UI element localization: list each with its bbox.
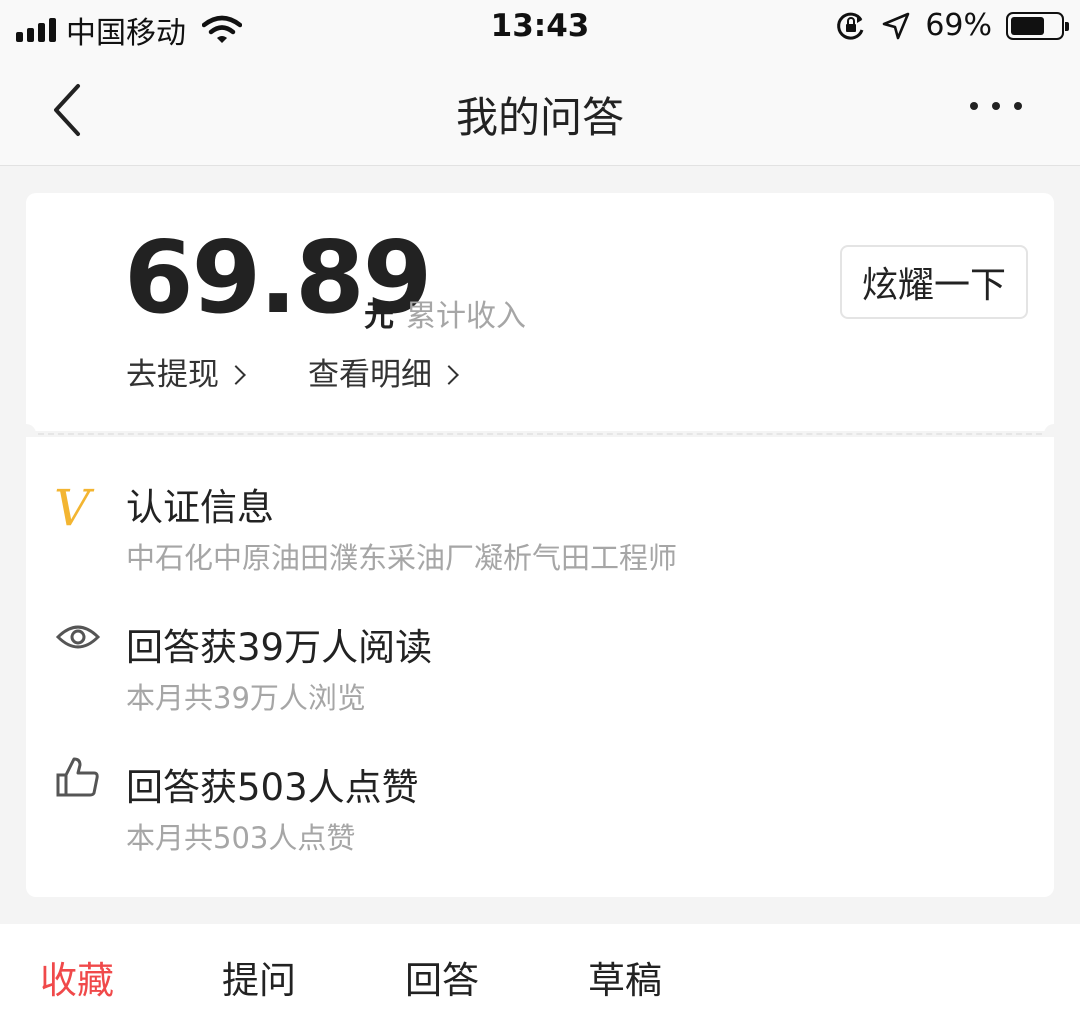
more-dot-icon xyxy=(1014,102,1022,110)
stat-title: 认证信息 xyxy=(126,486,274,529)
tab-favorites[interactable]: 收藏 xyxy=(40,950,114,1004)
earnings-card: 69.89 元 累计收入 去提现 查看明细 炫耀一下 xyxy=(26,193,1054,431)
more-dot-icon xyxy=(970,102,978,110)
chevron-right-icon xyxy=(226,365,246,385)
battery-fill xyxy=(1011,16,1045,35)
stat-subtitle: 中石化中原油田濮东采油厂凝析气田工程师 xyxy=(126,541,678,575)
orientation-lock-icon xyxy=(837,12,864,40)
show-off-button[interactable]: 炫耀一下 xyxy=(840,245,1028,319)
battery-percent: 69% xyxy=(925,8,992,43)
more-dot-icon xyxy=(992,102,1000,110)
view-detail-link[interactable]: 查看明细 xyxy=(308,349,459,394)
eye-icon xyxy=(55,625,101,649)
dashed-divider xyxy=(38,433,1042,435)
tab-bar: 收藏 提问 回答 草稿 xyxy=(0,924,1080,1020)
thumbs-up-icon xyxy=(56,757,99,797)
status-right: 69% xyxy=(835,8,1069,43)
stats-card: V 认证信息 中石化中原油田濮东采油厂凝析气田工程师 回答获39万人阅读 本月共… xyxy=(26,437,1054,897)
tab-drafts[interactable]: 草稿 xyxy=(588,950,662,1004)
chevron-right-icon xyxy=(439,365,459,385)
page-title: 我的问答 xyxy=(455,93,624,142)
location-icon xyxy=(883,12,910,39)
battery-icon xyxy=(1006,11,1069,40)
stat-title: 回答获39万人阅读 xyxy=(126,626,433,669)
verified-v-icon: V xyxy=(54,479,91,537)
withdraw-label: 去提现 xyxy=(126,357,219,393)
earnings-label: 累计收入 xyxy=(406,299,526,334)
tab-questions[interactable]: 提问 xyxy=(222,950,296,1004)
withdraw-link[interactable]: 去提现 xyxy=(126,349,246,394)
stat-subtitle: 本月共503人点赞 xyxy=(126,821,356,855)
stat-title: 回答获503人点赞 xyxy=(126,766,419,809)
status-bar: 中国移动 13:43 69% xyxy=(0,0,1080,56)
stat-subtitle: 本月共39万人浏览 xyxy=(126,681,366,715)
more-button[interactable] xyxy=(970,102,1022,110)
tab-answers[interactable]: 回答 xyxy=(405,950,479,1004)
nav-bar: 我的问答 xyxy=(0,56,1080,166)
detail-label: 查看明细 xyxy=(308,357,432,393)
currency-unit: 元 xyxy=(364,299,394,334)
